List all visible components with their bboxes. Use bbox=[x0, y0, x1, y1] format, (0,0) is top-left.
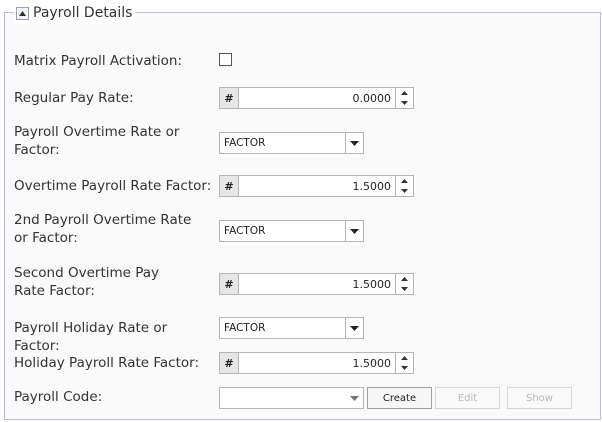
number-prefix: # bbox=[219, 175, 238, 197]
second-overtime-rate-or-factor-label: 2nd Payroll Overtime Rate or Factor: bbox=[14, 212, 192, 246]
payroll-code-label: Payroll Code: bbox=[14, 389, 103, 405]
spin-up-icon[interactable] bbox=[396, 88, 413, 98]
number-prefix: # bbox=[219, 87, 238, 109]
collapse-up-icon[interactable] bbox=[16, 6, 29, 20]
overtime-rate-or-factor-dropdown[interactable]: FACTOR bbox=[219, 132, 364, 154]
number-prefix: # bbox=[219, 352, 238, 374]
second-overtime-rate-factor-label: Second Overtime Pay Rate Factor: bbox=[14, 265, 160, 299]
overtime-rate-factor-numeric: # 1.5000 bbox=[219, 175, 414, 197]
dropdown-value: FACTOR bbox=[224, 225, 266, 237]
holiday-rate-factor-label: Holiday Payroll Rate Factor: bbox=[14, 355, 200, 371]
regular-pay-rate-label: Regular Pay Rate: bbox=[14, 90, 134, 106]
chevron-down-icon[interactable] bbox=[345, 221, 363, 241]
overtime-rate-factor-spinner bbox=[396, 175, 414, 197]
second-overtime-rate-factor-spinner bbox=[396, 273, 414, 295]
matrix-activation-checkbox[interactable] bbox=[219, 53, 232, 66]
spin-down-icon[interactable] bbox=[396, 98, 413, 108]
create-button[interactable]: Create bbox=[367, 387, 432, 409]
holiday-rate-factor-input[interactable]: 1.5000 bbox=[238, 352, 396, 374]
dropdown-value: FACTOR bbox=[224, 322, 266, 334]
spin-up-icon[interactable] bbox=[396, 274, 413, 284]
holiday-rate-factor-numeric: # 1.5000 bbox=[219, 352, 414, 374]
panel-legend: Payroll Details bbox=[14, 2, 137, 24]
chevron-down-icon[interactable] bbox=[345, 388, 363, 408]
panel-title: Payroll Details bbox=[33, 5, 133, 21]
spin-down-icon[interactable] bbox=[396, 363, 413, 373]
chevron-down-icon[interactable] bbox=[345, 133, 363, 153]
second-overtime-rate-factor-numeric: # 1.5000 bbox=[219, 273, 414, 295]
overtime-rate-factor-label: Overtime Payroll Rate Factor: bbox=[14, 178, 212, 194]
spin-down-icon[interactable] bbox=[396, 284, 413, 294]
spin-down-icon[interactable] bbox=[396, 186, 413, 196]
holiday-rate-or-factor-dropdown[interactable]: FACTOR bbox=[219, 317, 364, 339]
show-button[interactable]: Show bbox=[507, 387, 572, 409]
holiday-rate-or-factor-label: Payroll Holiday Rate or Factor: bbox=[14, 320, 168, 354]
overtime-rate-or-factor-label: Payroll Overtime Rate or Factor: bbox=[14, 124, 180, 158]
regular-pay-rate-numeric: # 0.0000 bbox=[219, 87, 414, 109]
second-overtime-rate-or-factor-dropdown[interactable]: FACTOR bbox=[219, 220, 364, 242]
overtime-rate-factor-input[interactable]: 1.5000 bbox=[238, 175, 396, 197]
spin-up-icon[interactable] bbox=[396, 176, 413, 186]
payroll-code-combobox[interactable] bbox=[219, 387, 364, 409]
regular-pay-rate-input[interactable]: 0.0000 bbox=[238, 87, 396, 109]
second-overtime-rate-factor-input[interactable]: 1.5000 bbox=[238, 273, 396, 295]
matrix-activation-label: Matrix Payroll Activation: bbox=[14, 53, 183, 69]
regular-pay-rate-spinner bbox=[396, 87, 414, 109]
dropdown-value: FACTOR bbox=[224, 137, 266, 149]
edit-button[interactable]: Edit bbox=[435, 387, 500, 409]
chevron-down-icon[interactable] bbox=[345, 318, 363, 338]
spin-up-icon[interactable] bbox=[396, 353, 413, 363]
holiday-rate-factor-spinner bbox=[396, 352, 414, 374]
combobox-value[interactable] bbox=[220, 388, 345, 408]
number-prefix: # bbox=[219, 273, 238, 295]
